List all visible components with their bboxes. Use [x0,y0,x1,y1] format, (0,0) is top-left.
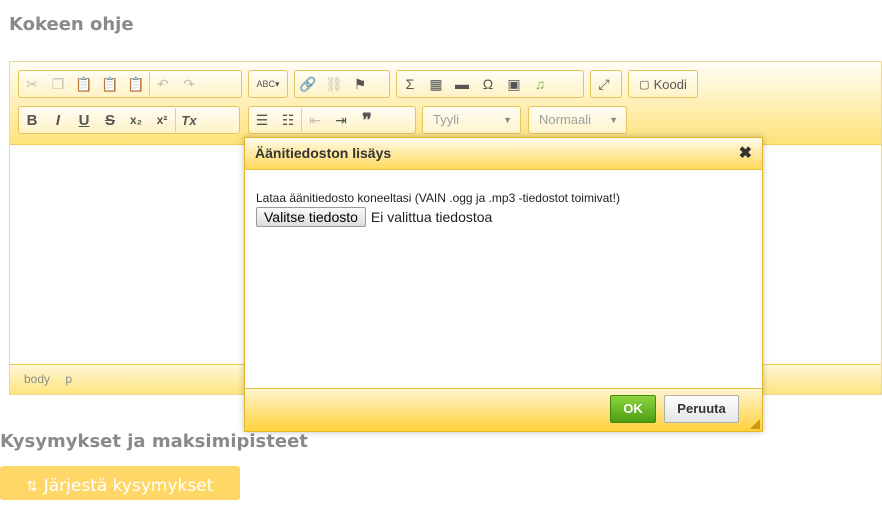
unlink-icon[interactable]: ⛓ [321,72,347,96]
maximize-icon[interactable]: ⤢ [591,72,617,96]
no-file-text: Ei valittua tiedostoa [370,209,493,225]
sigma-icon[interactable]: Σ [397,72,423,96]
editor-toolbar: ✂ ❐ 📋 📋 📋 ↶ ↷ ABC▾ 🔗 ⛓ ⚑ Σ ▦ ▬ Ω ▣ ♫ ⤢ [10,62,881,145]
omega-icon[interactable]: Ω [475,72,501,96]
source-button[interactable]: ▢ Koodi [629,72,697,96]
bullet-list-icon[interactable]: ☷ [275,108,301,132]
questions-heading: Kysymykset ja maksimipisteet [0,431,308,452]
chevron-down-icon: ▼ [609,115,618,125]
italic-button[interactable]: I [45,108,71,132]
source-group: ▢ Koodi [628,70,698,98]
cancel-button[interactable]: Peruuta [664,395,739,423]
dialog-footer: OK Peruuta [245,388,762,431]
outdent-icon[interactable]: ⇤ [301,108,328,132]
format-group: B I U S x₂ x² Tx [18,106,240,134]
list-group: ☰ ☷ ⇤ ⇥ ❞ [248,106,416,134]
horizontal-line-icon[interactable]: ▬ [449,72,475,96]
paste-word-icon[interactable]: 📋 [123,72,149,96]
style-dropdown[interactable]: Tyyli ▼ [422,106,521,134]
insert-group: Σ ▦ ▬ Ω ▣ ♫ [396,70,584,98]
resize-handle-icon[interactable] [750,419,760,429]
source-icon: ▢ [639,78,650,91]
superscript-button[interactable]: x² [149,108,175,132]
link-icon[interactable]: 🔗 [295,72,321,96]
ok-button[interactable]: OK [610,395,656,423]
remove-format-button[interactable]: Tx [175,108,202,132]
numbered-list-icon[interactable]: ☰ [249,108,275,132]
path-p[interactable]: p [65,372,72,386]
music-icon[interactable]: ♫ [527,72,553,96]
redo-icon[interactable]: ↷ [176,72,202,96]
maximize-group: ⤢ [590,70,622,98]
subscript-button[interactable]: x₂ [123,108,149,132]
instructions-heading: Kokeen ohje [9,14,134,35]
indent-icon[interactable]: ⇥ [328,108,354,132]
blockquote-icon[interactable]: ❞ [354,108,380,132]
strike-button[interactable]: S [97,108,123,132]
paste-text-icon[interactable]: 📋 [97,72,123,96]
file-input: Valitse tiedosto Ei valittua tiedostoa [256,207,620,227]
dialog-title: Äänitiedoston lisäys [255,145,392,161]
undo-icon[interactable]: ↶ [149,72,176,96]
dialog-body: Lataa äänitiedosto koneeltasi (VAIN .ogg… [256,191,620,227]
copy-icon[interactable]: ❐ [45,72,71,96]
bold-button[interactable]: B [19,108,45,132]
audio-upload-dialog: Äänitiedoston lisäys ✖ Lataa äänitiedost… [244,137,763,432]
link-group: 🔗 ⛓ ⚑ [294,70,390,98]
format-dropdown-label: Normaali [539,112,592,127]
spellcheck-button[interactable]: ABC ▾ [249,72,287,96]
anchor-icon[interactable]: ⚑ [347,72,373,96]
close-icon[interactable]: ✖ [739,143,752,163]
source-label: Koodi [653,76,687,92]
clipboard-group: ✂ ❐ 📋 📋 📋 ↶ ↷ [18,70,242,98]
sort-questions-button[interactable]: ⇅ Järjestä kysymykset [0,466,240,500]
spellcheck-group: ABC ▾ [248,70,288,98]
dialog-header[interactable]: Äänitiedoston lisäys ✖ [245,138,762,170]
table-icon[interactable]: ▦ [423,72,449,96]
chevron-down-icon: ▼ [503,115,512,125]
choose-file-button[interactable]: Valitse tiedosto [256,207,366,227]
format-dropdown[interactable]: Normaali ▼ [528,106,627,134]
upload-instruction: Lataa äänitiedosto koneeltasi (VAIN .ogg… [256,191,620,205]
paste-icon[interactable]: 📋 [71,72,97,96]
cut-icon[interactable]: ✂ [19,72,45,96]
underline-button[interactable]: U [71,108,97,132]
spellcheck-label: ABC [256,79,275,89]
style-dropdown-label: Tyyli [433,112,459,127]
image-icon[interactable]: ▣ [501,72,527,96]
sort-questions-label: Järjestä kysymykset [43,476,214,496]
path-body[interactable]: body [24,372,50,386]
